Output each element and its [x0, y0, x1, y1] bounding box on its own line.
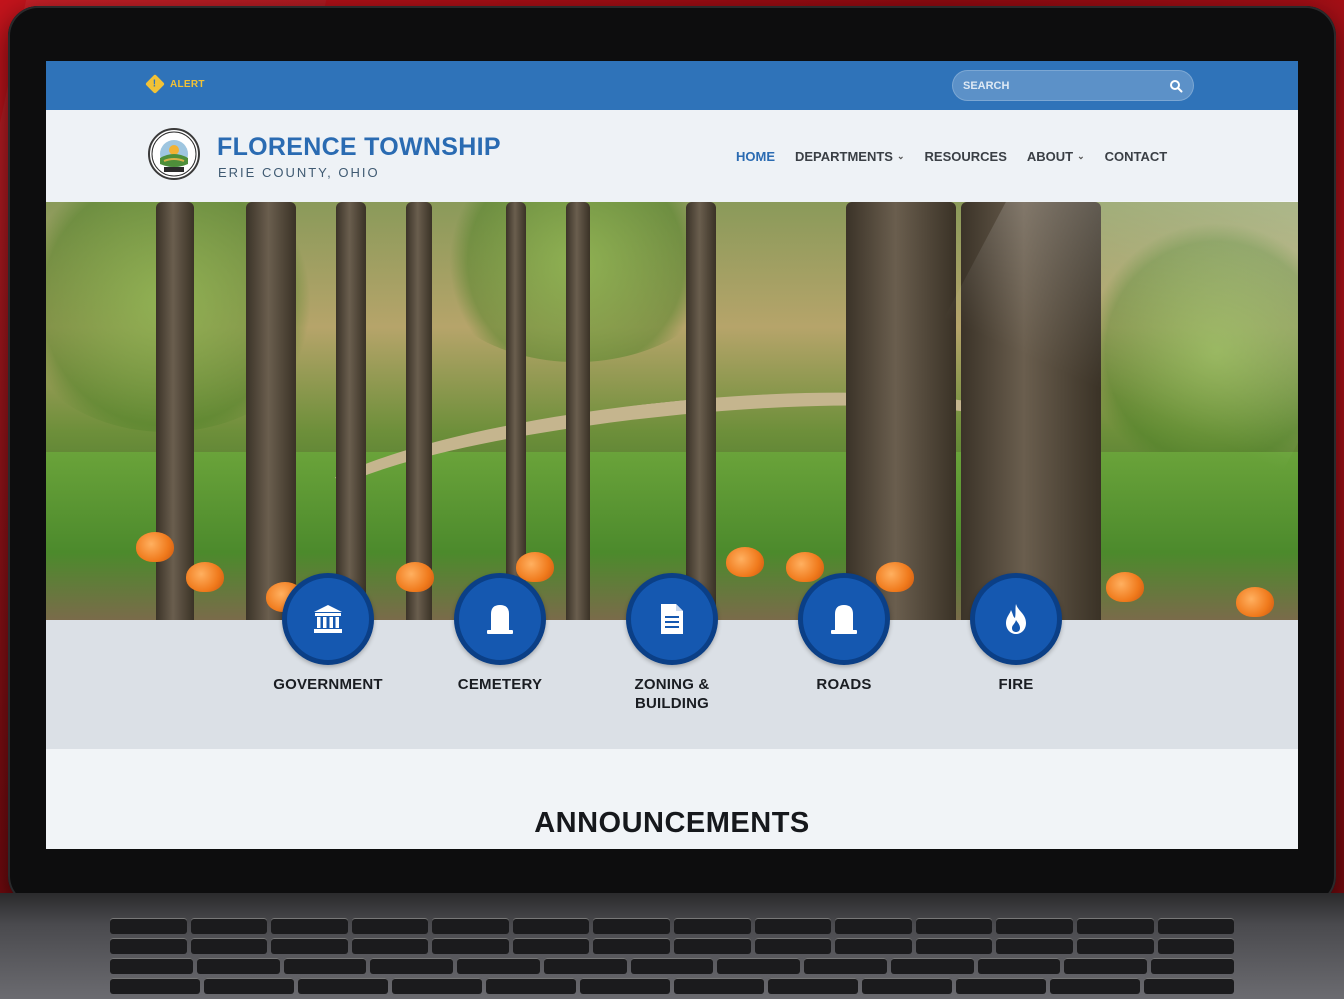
hero-tree-trunk — [846, 202, 956, 620]
nav-item-about[interactable]: ABOUT ⌄ — [1027, 149, 1085, 164]
alert-button[interactable]: ! ALERT — [145, 74, 205, 94]
tile-circle — [282, 573, 374, 665]
hero-tree-trunk — [961, 202, 1101, 620]
chevron-down-icon: ⌄ — [1077, 151, 1085, 161]
hero-image-forest — [46, 202, 1298, 620]
alert-label: ALERT — [170, 78, 205, 90]
site-subtitle: ERIE COUNTY, OHIO — [218, 165, 380, 180]
hero-tree-trunk — [686, 202, 716, 620]
township-seal-logo[interactable] — [148, 128, 200, 180]
tile-zoning-building[interactable]: ZONING & BUILDING — [592, 573, 752, 713]
tile-fire[interactable]: FIRE — [936, 573, 1096, 694]
headstone-icon — [487, 605, 513, 634]
hero-tree-trunk — [566, 202, 590, 620]
hero-tulip — [1106, 572, 1144, 602]
utility-bar: ! ALERT — [46, 61, 1298, 110]
search-icon[interactable] — [1169, 79, 1183, 93]
tile-circle — [798, 573, 890, 665]
nav-item-home[interactable]: HOME — [736, 149, 775, 164]
tile-government[interactable]: GOVERNMENT — [248, 573, 408, 694]
tile-label-line: ZONING & — [634, 676, 710, 693]
search-input[interactable] — [963, 78, 1163, 94]
headstone-icon — [831, 605, 857, 634]
government-building-icon — [314, 605, 342, 633]
keyboard-keys — [110, 918, 1235, 999]
tile-circle — [454, 573, 546, 665]
hero-tree-trunk — [336, 202, 366, 620]
tile-label: ZONING & BUILDING — [592, 675, 752, 713]
tile-label-line: BUILDING — [634, 695, 710, 712]
site-title[interactable]: FLORENCE TOWNSHIP — [217, 133, 501, 162]
nav-label-about: ABOUT — [1026, 149, 1074, 164]
nav-label-resources: RESOURCES — [924, 149, 1007, 164]
nav-item-resources[interactable]: RESOURCES — [925, 149, 1007, 164]
hero-tulip — [136, 532, 174, 562]
nav-item-contact[interactable]: CONTACT — [1105, 149, 1168, 164]
nav-label-home: HOME — [736, 149, 775, 164]
tile-circle — [626, 573, 718, 665]
site-header: FLORENCE TOWNSHIP ERIE COUNTY, OHIO HOME… — [46, 110, 1298, 202]
nav-label-contact: CONTACT — [1104, 149, 1168, 164]
document-icon — [661, 604, 683, 634]
tile-label: CEMETERY — [457, 676, 543, 693]
flame-icon — [1006, 604, 1026, 634]
hero-tulip — [1236, 587, 1274, 617]
hero-tree-trunk — [246, 202, 296, 620]
announcements-heading: ANNOUNCEMENTS — [534, 807, 810, 839]
browser-screen: ! ALERT FLORENCE TOWNSHIP ERIE COUNTY, O… — [46, 61, 1298, 849]
tile-label: FIRE — [998, 676, 1034, 693]
hero-foliage — [1086, 222, 1298, 482]
seal-icon — [151, 131, 197, 177]
search-box — [952, 70, 1194, 101]
hero-tulip — [186, 562, 224, 592]
nav-item-departments[interactable]: DEPARTMENTS ⌄ — [795, 149, 905, 164]
tile-circle — [970, 573, 1062, 665]
tile-label: GOVERNMENT — [273, 676, 383, 693]
alert-diamond-icon: ! — [145, 74, 165, 94]
hero-tree-trunk — [406, 202, 432, 620]
tile-cemetery[interactable]: CEMETERY — [420, 573, 580, 694]
chevron-down-icon: ⌄ — [896, 151, 905, 161]
nav-label-departments: DEPARTMENTS — [795, 149, 893, 164]
main-nav: HOME DEPARTMENTS ⌄ RESOURCES ABOUT ⌄ CONTA… — [736, 149, 1167, 164]
tile-roads[interactable]: ROADS — [764, 573, 924, 694]
tile-label: ROADS — [816, 676, 872, 693]
